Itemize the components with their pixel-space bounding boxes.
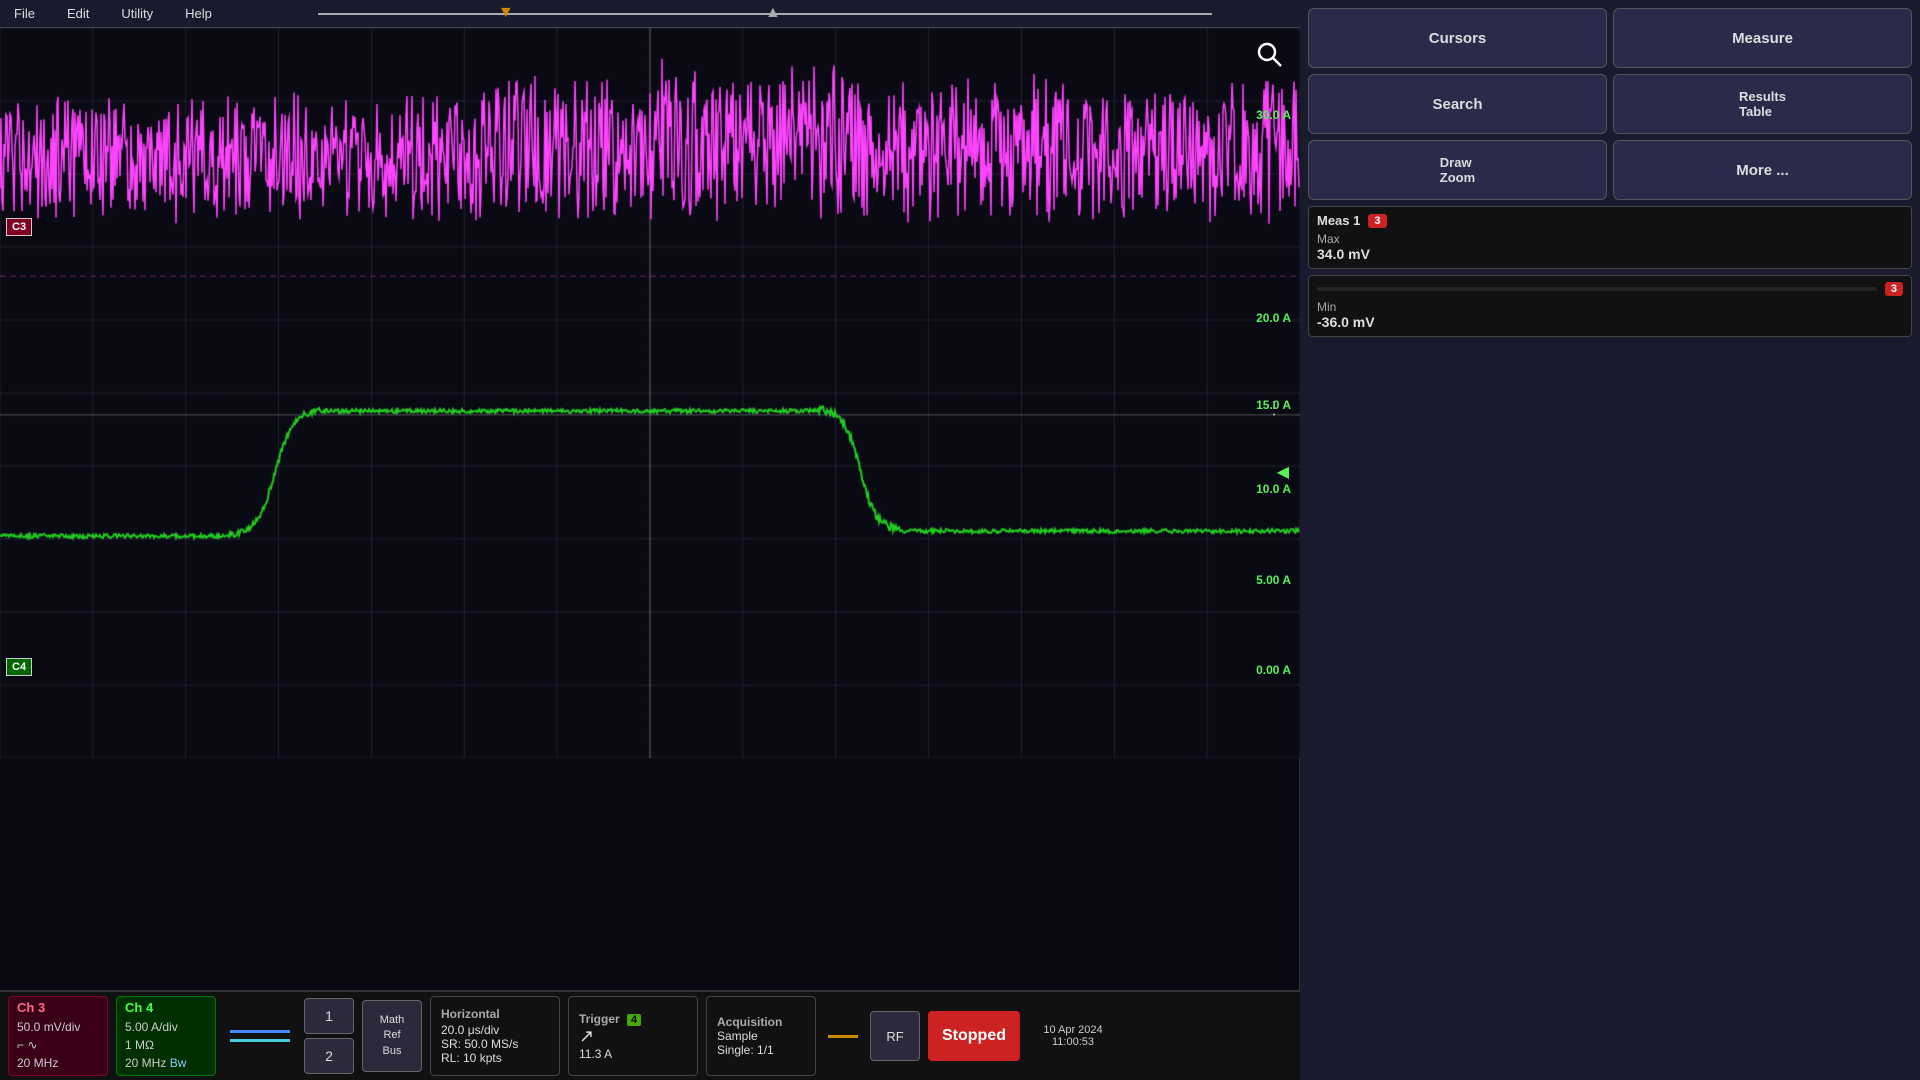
horizontal-title: Horizontal — [441, 1007, 549, 1021]
trigger-position-marker: ▼ — [498, 4, 514, 22]
ch4-impedance: 1 MΩ — [125, 1036, 207, 1054]
datetime-display: 10 Apr 2024 11:00:53 — [1028, 1024, 1118, 1048]
trigger-arrow: ↗ — [579, 1026, 687, 1047]
cursors-button[interactable]: Cursors — [1308, 8, 1607, 68]
rf-button[interactable]: RF — [870, 1011, 920, 1061]
bot-btn-row: DrawZoom More ... — [1308, 140, 1912, 200]
meas-min-panel: 3 Min -36.0 mV — [1308, 275, 1912, 337]
trigger-title: Trigger 4 — [579, 1012, 687, 1026]
nav-btn-2[interactable]: 2 — [304, 1038, 354, 1074]
waveform-display: 30.0 A 20.0 A 15.0 A 10.0 A 5.00 A 0.00 … — [0, 28, 1300, 990]
y-label-30a: 30.0 A — [1256, 108, 1291, 122]
stopped-button[interactable]: Stopped — [928, 1011, 1020, 1061]
ch3-icons: ⌐ ∿ — [17, 1036, 99, 1054]
top-btn-row: Cursors Measure — [1308, 8, 1912, 68]
meas1-header: Meas 1 3 — [1317, 213, 1903, 228]
acquisition-info: Acquisition Sample Single: 1/1 — [706, 996, 816, 1076]
meas1-max-label: Max — [1317, 232, 1903, 246]
results-table-button[interactable]: ResultsTable — [1613, 74, 1912, 134]
timebar-center-marker: ▲ — [765, 4, 781, 22]
search-icon-waveform[interactable] — [1255, 40, 1285, 75]
horizontal-sr: SR: 50.0 MS/s — [441, 1037, 549, 1051]
meas-min-label: Min — [1317, 300, 1903, 314]
oscilloscope-area: File Edit Utility Help ▼ ▲ 30.0 A 20.0 A… — [0, 0, 1300, 1080]
meas-min-header: 3 — [1317, 282, 1903, 296]
math-ref-bus-button[interactable]: More ... MathRefBus — [362, 1000, 422, 1072]
meas1-title: Meas 1 — [1317, 213, 1360, 228]
meas-min-badge: 3 — [1885, 282, 1903, 296]
date-line — [828, 1035, 858, 1038]
ch4-bw: 20 MHz Bw — [125, 1054, 207, 1072]
ch3-info-block[interactable]: Ch 3 50.0 mV/div ⌐ ∿ 20 MHz — [8, 996, 108, 1076]
horizontal-time: 20.0 μs/div — [441, 1023, 549, 1037]
nav-buttons: 1 2 — [304, 998, 354, 1074]
ch4-info-block[interactable]: Ch 4 5.00 A/div 1 MΩ 20 MHz Bw — [116, 996, 216, 1076]
ch3-title: Ch 3 — [17, 1000, 99, 1015]
trigger-value: 11.3 A — [579, 1047, 687, 1061]
acq-type: Sample — [717, 1029, 805, 1043]
meas-min-value: -36.0 mV — [1317, 314, 1903, 330]
wave-line-cyan — [230, 1039, 290, 1042]
menu-help[interactable]: Help — [179, 4, 218, 23]
meas1-panel: Meas 1 3 Max 34.0 mV — [1308, 206, 1912, 269]
wave-line-blue — [230, 1030, 290, 1033]
trigger-info: Trigger 4 ↗ 11.3 A — [568, 996, 698, 1076]
search-button[interactable]: Search — [1308, 74, 1607, 134]
meas-min-bar — [1317, 287, 1877, 291]
meas1-max-value: 34.0 mV — [1317, 246, 1903, 262]
menu-utility[interactable]: Utility — [115, 4, 159, 23]
date-display: 10 Apr 2024 — [1043, 1024, 1102, 1036]
acq-title: Acquisition — [717, 1015, 805, 1029]
meas1-badge: 3 — [1368, 214, 1386, 228]
menu-bar: File Edit Utility Help ▼ ▲ — [0, 0, 1300, 28]
menu-file[interactable]: File — [8, 4, 41, 23]
y-label-20a: 20.0 A — [1256, 311, 1291, 325]
waveform-preview — [224, 1030, 296, 1042]
ch4-title: Ch 4 — [125, 1000, 207, 1015]
y-label-10a: 10.0 A — [1256, 482, 1291, 496]
ch3-scale: 50.0 mV/div — [17, 1018, 99, 1036]
horizontal-info: Horizontal 20.0 μs/div SR: 50.0 MS/s RL:… — [430, 996, 560, 1076]
ch4-arrow-marker: ◀ — [1277, 462, 1289, 482]
waveform-context-menu[interactable]: ⋮ — [1265, 398, 1283, 419]
more-button[interactable]: More ... — [1613, 140, 1912, 200]
menu-edit[interactable]: Edit — [61, 4, 95, 23]
status-bar: Ch 3 50.0 mV/div ⌐ ∿ 20 MHz Ch 4 5.00 A/… — [0, 990, 1300, 1080]
nav-btn-1[interactable]: 1 — [304, 998, 354, 1034]
waveform-canvas — [0, 28, 1300, 758]
measure-button[interactable]: Measure — [1613, 8, 1912, 68]
ch3-label[interactable]: C3 — [6, 218, 32, 236]
y-label-0a: 0.00 A — [1256, 663, 1291, 677]
mid-btn-row: Search ResultsTable — [1308, 74, 1912, 134]
ch3-bw: 20 MHz — [17, 1054, 99, 1072]
trigger-ch-badge: 4 — [627, 1014, 641, 1026]
ch4-label[interactable]: C4 — [6, 658, 32, 676]
horizontal-rl: RL: 10 kpts — [441, 1051, 549, 1065]
acq-rate: Single: 1/1 — [717, 1043, 805, 1057]
right-panel: Cursors Measure Search ResultsTable Draw… — [1300, 0, 1920, 1080]
draw-zoom-button[interactable]: DrawZoom — [1308, 140, 1607, 200]
time-display: 11:00:53 — [1052, 1036, 1094, 1048]
ch4-scale: 5.00 A/div — [125, 1018, 207, 1036]
y-label-5a: 5.00 A — [1256, 573, 1291, 587]
